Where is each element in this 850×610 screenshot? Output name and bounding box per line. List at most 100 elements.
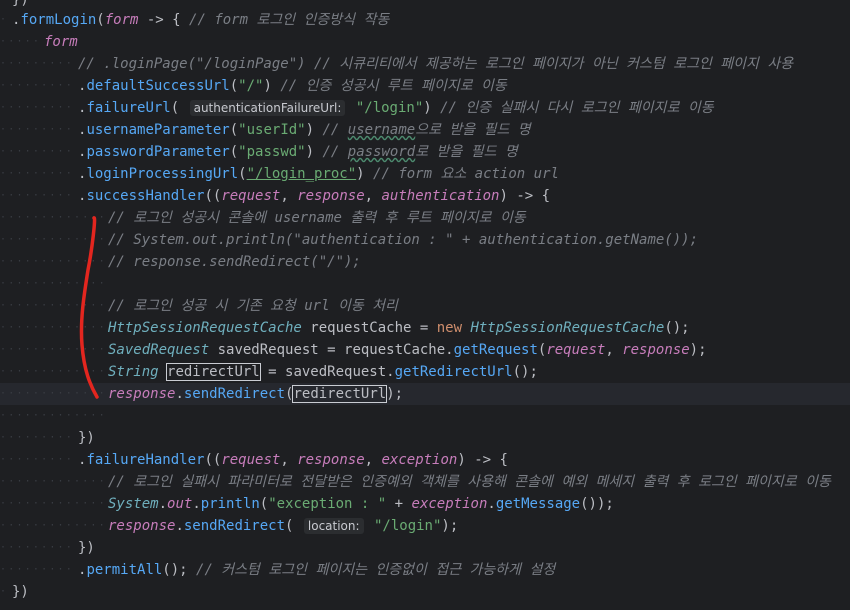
code-line[interactable]: ·············// System.out.println("auth… <box>0 229 850 251</box>
code-token: }) <box>12 0 29 8</box>
code-line[interactable]: ·········}) <box>0 427 850 449</box>
indent-guide-dots: ············· <box>0 300 107 311</box>
code-token: "userId" <box>238 122 306 138</box>
code-line[interactable]: ·············// 로그인 실패시 파라미터로 전달받은 인증예외 … <box>0 471 850 493</box>
indent-guide-dots: ········· <box>0 542 74 553</box>
code-token: ); <box>441 518 459 534</box>
code-token: // form 요소 action url <box>373 166 559 182</box>
code-token: ( <box>229 78 239 94</box>
code-line[interactable]: ········· .loginProcessingUrl("/login_pro… <box>0 163 850 185</box>
code-token: (( <box>204 188 222 204</box>
code-token: permitAll <box>86 562 163 578</box>
code-token: ) -> { <box>499 188 551 204</box>
code-content: System.out.println("exception : " + exce… <box>108 493 614 515</box>
code-token: response <box>108 386 176 402</box>
indent-guide-dots: · <box>0 14 9 25</box>
code-line[interactable]: ········· .usernameParameter("userId") //… <box>0 119 850 141</box>
code-token: }) <box>78 430 95 446</box>
code-token: getRedirectUrl <box>394 364 513 380</box>
code-token: ) <box>263 78 281 94</box>
code-line[interactable]: ········· .failureHandler((request, respo… <box>0 449 850 471</box>
code-line[interactable]: ········· .defaultSuccessUrl("/") // 인증 성… <box>0 75 850 97</box>
code-token: "passwd" <box>238 144 306 160</box>
indent-guide-dots: ········· <box>0 564 74 575</box>
code-line[interactable]: ········· .passwordParameter("passwd") //… <box>0 141 850 163</box>
code-token: authentication <box>381 188 500 204</box>
code-token: = savedRequest. <box>259 364 395 380</box>
code-token: failureHandler <box>86 452 205 468</box>
code-token: ( <box>170 100 188 116</box>
indent-guide-dots: ············· <box>0 410 107 421</box>
code-line[interactable]: ············· response.sendRedirect(redir… <box>0 383 850 405</box>
code-token: ( <box>285 518 302 534</box>
code-line[interactable]: ····· form <box>0 31 850 53</box>
code-token: loginProcessingUrl <box>86 166 239 182</box>
code-token: usernameParameter <box>86 122 230 138</box>
code-token: , <box>280 188 298 204</box>
code-token: request <box>221 452 281 468</box>
code-line[interactable]: ·············// 로그인 성공시 콘솔에 username 출력 … <box>0 207 850 229</box>
code-token: , <box>605 342 623 358</box>
code-token: HttpSessionRequestCache <box>470 320 665 336</box>
code-content: // 로그인 실패시 파라미터로 전달받은 인증예외 객체를 사용해 콘솔에 예… <box>108 471 831 493</box>
indent-guide-dots: ········· <box>0 454 74 465</box>
code-token: . <box>487 496 496 512</box>
code-token: (); <box>162 562 197 578</box>
code-line[interactable]: ············· response.sendRedirect( loca… <box>0 515 850 537</box>
code-token: ( <box>238 166 247 182</box>
code-token: "/" <box>238 78 264 94</box>
indent-guide-dots: ········· <box>0 102 74 113</box>
code-token: exception <box>411 496 488 512</box>
code-token: ) <box>305 144 323 160</box>
indent-guide-dots: ············· <box>0 256 107 267</box>
code-token: new <box>436 320 471 336</box>
code-content: .usernameParameter("userId") // username… <box>78 119 531 141</box>
code-token: (); <box>512 364 538 380</box>
code-line[interactable]: ············· System.out.println("excepti… <box>0 493 850 515</box>
code-token: 으로 받을 필드 명 <box>415 122 531 138</box>
code-line[interactable]: ·············// response.sendRedirect("/… <box>0 251 850 273</box>
code-content: // 로그인 성공 시 기존 요청 url 이동 처리 <box>108 295 398 317</box>
code-content: response.sendRedirect( location: "/login… <box>108 515 458 537</box>
code-token: // .loginPage("/loginPage") // 시큐리티에서 제공… <box>78 56 794 72</box>
code-content: // .loginPage("/loginPage") // 시큐리티에서 제공… <box>78 53 793 75</box>
code-line[interactable]: ············· SavedRequest savedRequest =… <box>0 339 850 361</box>
indent-guide-dots: ············· <box>0 366 107 377</box>
code-token: -> { <box>138 12 190 28</box>
code-line[interactable]: ········· // .loginPage("/loginPage") // … <box>0 53 850 75</box>
code-line[interactable]: ········· .permitAll(); // 커스텀 로그인 페이지는 인… <box>0 559 850 581</box>
code-token: . <box>175 386 184 402</box>
code-token: redirectUrl <box>292 385 388 403</box>
code-line[interactable]: ············· HttpSessionRequestCache req… <box>0 317 850 339</box>
code-token: "/login_proc" <box>246 166 357 182</box>
code-editor[interactable]: ·})·.formLogin(form -> { // form 로그인 인증방… <box>0 0 850 610</box>
code-line[interactable]: ············· <box>0 405 850 427</box>
code-token: request <box>546 342 606 358</box>
code-token: ); <box>386 386 404 402</box>
code-token: savedRequest = requestCache. <box>209 342 454 358</box>
code-content: .successHandler((request, response, auth… <box>78 185 550 207</box>
code-token: String <box>108 364 159 380</box>
code-token: successHandler <box>86 188 205 204</box>
code-token: response <box>622 342 690 358</box>
code-line[interactable]: ········· .successHandler((request, respo… <box>0 185 850 207</box>
code-token: out <box>167 496 193 512</box>
code-line[interactable]: ·············// 로그인 성공 시 기존 요청 url 이동 처리 <box>0 295 850 317</box>
code-content: .loginProcessingUrl("/login_proc") // fo… <box>78 163 559 185</box>
code-line[interactable]: ········· .failureUrl( authenticationFail… <box>0 97 850 119</box>
indent-guide-dots: ············· <box>0 322 107 333</box>
code-token: "exception : " <box>268 496 387 512</box>
code-token: formLogin <box>20 12 97 28</box>
code-line[interactable]: ·}) <box>0 581 850 603</box>
parameter-hint: location: <box>303 518 364 534</box>
code-line[interactable]: ·········}) <box>0 537 850 559</box>
code-line[interactable]: ············· <box>0 273 850 295</box>
code-token: . <box>192 496 201 512</box>
code-line[interactable]: ············· String redirectUrl = savedR… <box>0 361 850 383</box>
code-token: sendRedirect <box>183 386 286 402</box>
code-line[interactable]: · .formLogin(form -> { // form 로그인 인증방식 작… <box>0 9 850 31</box>
code-content: }) <box>78 537 95 559</box>
indent-guide-dots: ········· <box>0 58 74 69</box>
code-token: System <box>108 496 159 512</box>
